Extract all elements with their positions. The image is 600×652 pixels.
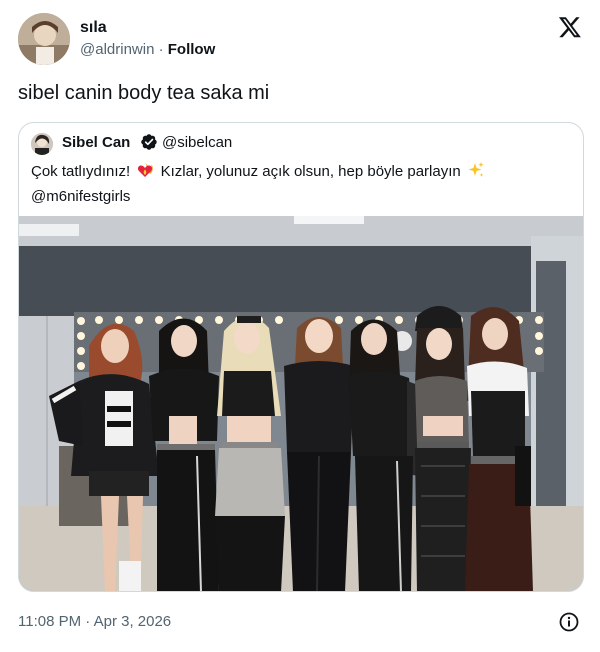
follow-button[interactable]: Follow — [168, 41, 216, 58]
tweet-timestamp[interactable]: 11:08 PM · Apr 3, 2026 — [18, 613, 171, 630]
author-avatar[interactable] — [18, 13, 70, 65]
sparkles-emoji-icon — [467, 161, 485, 186]
verified-badge-icon — [140, 133, 158, 151]
quoted-mention-link[interactable]: @m6nifestgirls — [31, 188, 130, 205]
author-handle[interactable]: @aldrinwin — [80, 41, 154, 58]
author-name[interactable]: sıla — [80, 19, 107, 37]
quoted-tweet-text: Çok tatlıydınız! Kızlar, yolunuz açık ol… — [31, 161, 571, 208]
tweet-text: sibel canin body tea saka mi — [18, 82, 270, 104]
quoted-text-part1: Çok tatlıydınız! — [31, 163, 131, 180]
tweet-header: sıla @aldrinwin · Follow — [18, 13, 584, 65]
quoted-tweet-card[interactable]: Sibel Can @sibelcan Çok tatlıydınız! Kız… — [18, 122, 584, 592]
info-icon[interactable] — [559, 612, 579, 632]
quoted-author-handle[interactable]: @sibelcan — [162, 134, 232, 151]
separator-dot: · — [158, 41, 164, 58]
author-handle-line: @aldrinwin · Follow — [80, 41, 215, 58]
heart-on-fire-emoji-icon — [136, 161, 154, 186]
backstage-group-photo[interactable] — [19, 216, 583, 591]
quoted-author-avatar[interactable] — [31, 133, 53, 155]
quoted-author-name[interactable]: Sibel Can — [62, 134, 130, 151]
x-logo-icon[interactable] — [558, 15, 582, 39]
quoted-text-part2: Kızlar, yolunuz açık olsun, hep böyle pa… — [160, 163, 461, 180]
